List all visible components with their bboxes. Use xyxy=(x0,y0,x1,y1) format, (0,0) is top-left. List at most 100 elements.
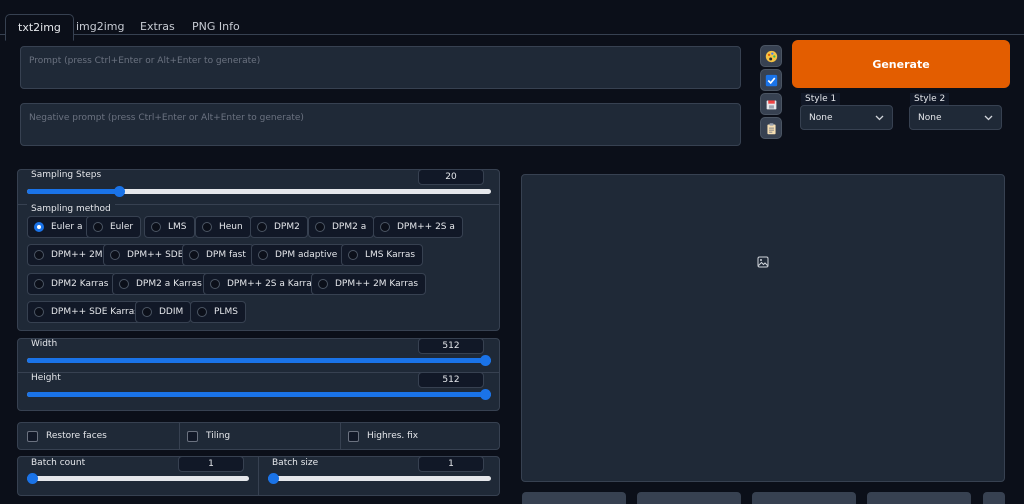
batch-count-input[interactable]: 1 xyxy=(178,456,244,472)
sampler-dpmpp-2m-karras[interactable]: DPM++ 2M Karras xyxy=(311,273,427,295)
tiling-checkbox[interactable]: Tiling xyxy=(187,422,230,450)
radio-label: Euler a xyxy=(51,222,83,232)
tab-txt2img[interactable]: txt2img xyxy=(5,14,74,41)
radio-dot xyxy=(110,250,120,260)
style-1-select[interactable]: None xyxy=(800,105,893,130)
output-action-button[interactable] xyxy=(867,492,971,504)
checkbox-box xyxy=(27,430,38,442)
radio-label: DPM++ 2S a Karras xyxy=(227,279,317,289)
interrogate-button[interactable] xyxy=(760,45,782,67)
output-action-button[interactable] xyxy=(522,492,626,504)
tab-divider xyxy=(0,34,1024,35)
sampler-euler[interactable]: Euler xyxy=(86,216,142,238)
radio-label: LMS Karras xyxy=(365,250,416,260)
radio-label: DPM++ SDE xyxy=(127,250,184,260)
radio-dot xyxy=(258,250,268,260)
generate-button[interactable]: Generate xyxy=(792,40,1010,88)
width-thumb[interactable] xyxy=(480,355,491,366)
radio-label: DPM2 xyxy=(274,222,300,232)
batch-size-thumb[interactable] xyxy=(268,473,279,484)
sampler-dpmpp-2s-a[interactable]: DPM++ 2S a xyxy=(373,216,463,238)
sampling-steps-input[interactable]: 20 xyxy=(418,169,484,185)
paste-button[interactable] xyxy=(760,117,782,139)
height-label: Height xyxy=(27,373,65,383)
radio-dot xyxy=(197,307,207,317)
radio-dot xyxy=(142,307,152,317)
save-icon xyxy=(766,99,776,109)
batch-count-slider[interactable] xyxy=(27,473,249,484)
width-fill xyxy=(27,358,491,363)
sampler-lms-karras[interactable]: LMS Karras xyxy=(341,244,424,266)
toggle-button[interactable] xyxy=(760,69,782,91)
sampler-dpm2-karras[interactable]: DPM2 Karras xyxy=(27,273,117,295)
sampler-dpmpp-2s-a-karras[interactable]: DPM++ 2S a Karras xyxy=(203,273,325,295)
radio-label: DPM++ 2M xyxy=(51,250,103,260)
radio-dot xyxy=(189,250,199,260)
batch-size-input[interactable]: 1 xyxy=(418,456,484,472)
radio-dot xyxy=(257,222,267,232)
divider xyxy=(258,457,259,495)
sampler-lms[interactable]: LMS xyxy=(144,216,195,238)
radio-dot xyxy=(348,250,358,260)
radio-dot xyxy=(210,279,220,289)
tab-extras[interactable]: Extras xyxy=(128,14,187,41)
width-slider[interactable] xyxy=(27,355,491,366)
chevron-down-icon xyxy=(875,115,884,120)
sampler-dpm2-a[interactable]: DPM2 a xyxy=(308,216,375,238)
sampler-ddim[interactable]: DDIM xyxy=(135,301,192,323)
negative-prompt-input[interactable]: Negative prompt (press Ctrl+Enter or Alt… xyxy=(20,103,741,146)
checkbox-box xyxy=(348,430,359,442)
sampling-steps-slider[interactable] xyxy=(27,186,491,197)
height-thumb[interactable] xyxy=(480,389,491,400)
radio-dot xyxy=(34,250,44,260)
sampler-dpm-adaptive[interactable]: DPM adaptive xyxy=(251,244,346,266)
sampler-dpm-fast[interactable]: DPM fast xyxy=(182,244,254,266)
output-action-button[interactable] xyxy=(637,492,741,504)
sampler-dpmpp-sde-karras[interactable]: DPM++ SDE Karras xyxy=(27,301,147,323)
radio-dot xyxy=(34,307,44,317)
batch-size-slider[interactable] xyxy=(268,473,491,484)
image-icon xyxy=(757,256,769,268)
checkbox-icon xyxy=(765,74,777,86)
radio-label: DPM fast xyxy=(206,250,246,260)
sampler-heun[interactable]: Heun xyxy=(195,216,251,238)
prompt-input[interactable]: Prompt (press Ctrl+Enter or Alt+Enter to… xyxy=(20,46,741,89)
style-1-value: None xyxy=(809,112,833,123)
radio-label: DDIM xyxy=(159,307,184,317)
divider xyxy=(340,423,341,449)
sampler-dpm2[interactable]: DPM2 xyxy=(250,216,308,238)
radio-dot xyxy=(34,279,44,289)
style-2-label: Style 2 xyxy=(910,93,950,105)
batch-count-thumb[interactable] xyxy=(27,473,38,484)
height-slider[interactable] xyxy=(27,389,491,400)
radio-dot xyxy=(202,222,212,232)
width-input[interactable]: 512 xyxy=(418,338,484,354)
tab-bar: txt2img img2img Extras PNG Info xyxy=(0,6,1024,41)
output-image-panel xyxy=(521,174,1005,482)
radio-label: DPM2 a xyxy=(332,222,367,232)
tab-img2img[interactable]: img2img xyxy=(64,14,137,41)
radio-label: DPM2 Karras xyxy=(51,279,109,289)
sampler-plms[interactable]: PLMS xyxy=(190,301,246,323)
radio-label: PLMS xyxy=(214,307,238,317)
width-label: Width xyxy=(27,339,62,349)
tab-png-info[interactable]: PNG Info xyxy=(180,14,252,41)
restore-faces-checkbox[interactable]: Restore faces xyxy=(27,422,107,450)
style-2-select[interactable]: None xyxy=(909,105,1002,130)
sampler-euler-a[interactable]: Euler a xyxy=(27,216,91,238)
radio-dot xyxy=(151,222,161,232)
sampler-dpm2-a-karras[interactable]: DPM2 a Karras xyxy=(112,273,210,295)
sampler-dpmpp-2m[interactable]: DPM++ 2M xyxy=(27,244,111,266)
save-style-button[interactable] xyxy=(760,93,782,115)
checkbox-box xyxy=(187,430,198,442)
chevron-down-icon xyxy=(984,115,993,120)
radio-label: DPM++ SDE Karras xyxy=(51,307,139,317)
highres-fix-checkbox[interactable]: Highres. fix xyxy=(348,422,418,450)
checkbox-label: Highres. fix xyxy=(367,431,419,441)
output-action-button[interactable] xyxy=(752,492,856,504)
height-input[interactable]: 512 xyxy=(418,372,484,388)
radio-label: DPM adaptive xyxy=(275,250,338,260)
sampler-dpmpp-sde[interactable]: DPM++ SDE xyxy=(103,244,192,266)
folder-button[interactable] xyxy=(983,492,1005,504)
radio-dot xyxy=(315,222,325,232)
